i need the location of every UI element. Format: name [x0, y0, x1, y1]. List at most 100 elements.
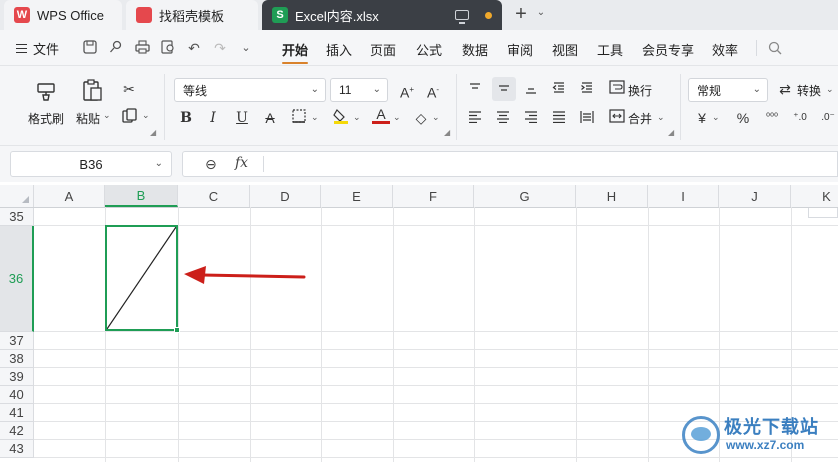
font-name-select[interactable]: 等线 ⌄: [174, 78, 326, 102]
currency-chevron-down-icon[interactable]: ⌄: [712, 112, 720, 123]
paste-chevron-down-icon[interactable]: ⌄: [103, 110, 111, 121]
font-color-chevron-down-icon[interactable]: ⌄: [393, 112, 401, 123]
menu-tab-page[interactable]: 页面: [370, 40, 396, 59]
justify-icon[interactable]: [550, 109, 568, 127]
percent-icon[interactable]: %: [734, 109, 752, 127]
undo-icon[interactable]: ↶: [186, 40, 202, 56]
decrease-font-size-icon[interactable]: A-: [424, 81, 442, 102]
menu-tab-review[interactable]: 审阅: [507, 40, 533, 59]
menu-tab-insert[interactable]: 插入: [326, 40, 352, 59]
row-header-37[interactable]: 37: [0, 332, 34, 350]
share-icon[interactable]: [108, 40, 124, 56]
menu-tab-tools[interactable]: 工具: [597, 40, 623, 59]
currency-icon[interactable]: ¥: [694, 109, 710, 127]
column-header-d[interactable]: D: [250, 185, 321, 207]
cut-icon[interactable]: ✂: [120, 80, 138, 98]
column-header-h[interactable]: H: [576, 185, 648, 207]
number-format-select[interactable]: 常规 ⌄: [688, 78, 768, 102]
convert-chevron-down-icon[interactable]: ⌄: [826, 84, 834, 95]
clipboard-expand-icon[interactable]: ◢: [150, 128, 156, 137]
file-menu-button[interactable]: 文件: [16, 39, 59, 58]
menu-tab-home[interactable]: 开始: [282, 40, 309, 64]
thousands-separator-icon[interactable]: ⁰⁰⁰: [762, 109, 782, 127]
row-header-42[interactable]: 42: [0, 422, 34, 440]
zoom-search-icon[interactable]: ⊖: [205, 156, 217, 173]
wrap-text-icon[interactable]: [608, 80, 626, 98]
increase-decimal-icon[interactable]: ⁺.0: [790, 109, 810, 127]
strikethrough-icon[interactable]: A: [262, 109, 278, 127]
column-header-b[interactable]: B: [105, 185, 178, 207]
column-header-i[interactable]: I: [648, 185, 719, 207]
menu-tab-efficiency[interactable]: 效率: [712, 40, 738, 59]
monitor-icon[interactable]: [455, 10, 469, 24]
menu-tab-member[interactable]: 会员专享: [642, 40, 694, 59]
clear-chevron-down-icon[interactable]: ⌄: [432, 112, 440, 123]
select-all-corner[interactable]: [0, 185, 34, 207]
column-header-a[interactable]: A: [34, 185, 105, 207]
font-color-icon[interactable]: A: [372, 107, 390, 124]
increase-indent-icon[interactable]: [578, 80, 596, 98]
clear-format-eraser-icon[interactable]: ◇: [412, 109, 430, 127]
column-header-c[interactable]: C: [178, 185, 250, 207]
fill-handle[interactable]: [174, 327, 180, 333]
underline-icon[interactable]: U: [234, 109, 250, 127]
print-icon[interactable]: [134, 40, 150, 56]
menu-tab-data[interactable]: 数据: [462, 40, 488, 59]
spreadsheet-grid[interactable]: A B C D E F G H I J K 35 36 37 38 39 40 …: [0, 182, 838, 462]
column-header-g[interactable]: G: [474, 185, 576, 207]
column-header-j[interactable]: J: [719, 185, 791, 207]
align-right-icon[interactable]: [522, 109, 540, 127]
selected-cell-b36[interactable]: [105, 225, 178, 331]
fill-color-chevron-down-icon[interactable]: ⌄: [353, 112, 361, 123]
font-expand-icon[interactable]: ◢: [444, 128, 450, 137]
row-header-36[interactable]: 36: [0, 226, 34, 332]
row-header-40[interactable]: 40: [0, 386, 34, 404]
column-header-f[interactable]: F: [393, 185, 474, 207]
redo-icon[interactable]: ↷: [212, 40, 228, 56]
tab-excel-file[interactable]: S Excel内容.xlsx: [262, 0, 502, 30]
name-box[interactable]: B36 ⌄: [10, 151, 172, 177]
search-icon[interactable]: [768, 41, 782, 55]
new-tab-plus-icon[interactable]: +: [510, 4, 532, 26]
border-chevron-down-icon[interactable]: ⌄: [311, 112, 319, 123]
alignment-expand-icon[interactable]: ◢: [668, 128, 674, 137]
row-header-35[interactable]: 35: [0, 208, 34, 226]
column-header-e[interactable]: E: [321, 185, 393, 207]
italic-icon[interactable]: I: [205, 109, 221, 127]
decrease-decimal-icon[interactable]: .0⁻: [818, 109, 838, 127]
save-icon[interactable]: [82, 40, 98, 56]
increase-font-size-icon[interactable]: A+: [398, 81, 416, 102]
tab-wps-office[interactable]: W WPS Office: [4, 0, 122, 30]
align-bottom-icon[interactable]: [522, 80, 540, 98]
align-middle-icon[interactable]: [492, 77, 516, 101]
merge-cells-icon[interactable]: [608, 109, 626, 127]
unsaved-dot-icon[interactable]: [485, 11, 492, 19]
paste-icon[interactable]: [80, 78, 104, 104]
row-header-38[interactable]: 38: [0, 350, 34, 368]
row-header-43[interactable]: 43: [0, 440, 34, 458]
copy-chevron-down-icon[interactable]: ⌄: [142, 110, 150, 121]
print-preview-icon[interactable]: [160, 40, 176, 56]
menu-tab-view[interactable]: 视图: [552, 40, 578, 59]
tab-list-chevron-down-icon[interactable]: ⌄: [534, 7, 548, 23]
align-top-icon[interactable]: [466, 80, 484, 98]
format-painter-icon[interactable]: [34, 80, 58, 104]
distributed-align-icon[interactable]: [578, 109, 596, 127]
quick-access-chevron-down-icon[interactable]: ⌄: [238, 40, 254, 56]
merge-chevron-down-icon[interactable]: ⌄: [657, 112, 665, 123]
border-icon[interactable]: [290, 109, 308, 127]
insert-function-icon[interactable]: fx: [235, 155, 248, 171]
decrease-indent-icon[interactable]: [550, 80, 568, 98]
copy-icon[interactable]: [120, 108, 140, 128]
font-size-select[interactable]: 11 ⌄: [330, 78, 388, 102]
menu-tab-formula[interactable]: 公式: [416, 40, 442, 59]
wrap-text-label[interactable]: 换行: [628, 82, 652, 99]
row-header-39[interactable]: 39: [0, 368, 34, 386]
convert-icon[interactable]: ⇄: [776, 80, 794, 98]
convert-label[interactable]: 转换: [797, 82, 821, 99]
formula-input-area[interactable]: ⊖ fx: [182, 151, 838, 177]
format-painter-label[interactable]: 格式刷: [28, 110, 64, 127]
paste-label[interactable]: 粘贴: [76, 110, 100, 127]
align-center-icon[interactable]: [494, 109, 512, 127]
row-header-41[interactable]: 41: [0, 404, 34, 422]
